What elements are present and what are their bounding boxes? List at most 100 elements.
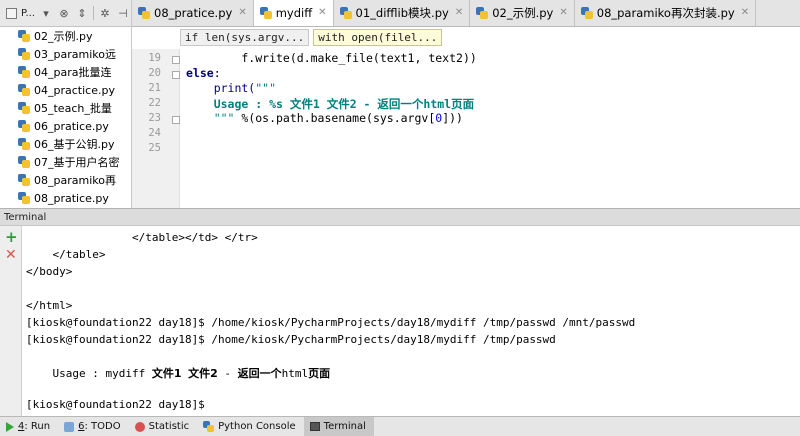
tree-item[interactable]: 04_practice.py xyxy=(0,81,131,99)
run-icon xyxy=(6,421,14,432)
tree-item-label: 06_pratice.py xyxy=(34,119,109,133)
tree-item[interactable]: 06_基于公钥.py xyxy=(0,135,131,153)
line-number: 20 xyxy=(148,67,161,79)
tree-item[interactable]: 04_para批量连 xyxy=(0,63,131,81)
run-button[interactable]: 4: Run xyxy=(0,417,58,436)
python-file-icon xyxy=(18,30,30,42)
tab-label: mydiff xyxy=(275,5,313,20)
tab-label: 02_示例.py xyxy=(492,5,554,20)
line-number: 25 xyxy=(148,142,161,154)
tree-item[interactable]: 05_teach_批量 xyxy=(0,99,131,117)
tree-item[interactable]: 06_pratice.py xyxy=(0,117,131,135)
python-file-icon xyxy=(18,66,30,78)
terminal-usage-line: Usage : mydiff 文件1 文件2 - 返回一个html页面 xyxy=(26,367,331,380)
tree-item-label: 06_基于公钥.py xyxy=(34,138,115,151)
terminal-line: [kiosk@foundation22 day18]$ /home/kiosk/… xyxy=(26,316,636,329)
close-icon[interactable]: ✕ xyxy=(559,7,567,18)
python-file-icon xyxy=(18,174,30,186)
tab-mydiff[interactable]: mydiff ✕ xyxy=(253,0,334,26)
tree-item[interactable]: 02_示例.py xyxy=(0,27,131,45)
collapse-icon[interactable]: ⇕ xyxy=(75,7,89,20)
tab-label: 08_pratice.py xyxy=(154,5,233,20)
todo-button[interactable]: 6: TODO xyxy=(58,417,128,436)
tree-item-label: 04_practice.py xyxy=(34,83,115,97)
line-number: 21 xyxy=(148,82,161,94)
tab-08-pratice[interactable]: 08_pratice.py ✕ xyxy=(132,0,254,26)
breadcrumb-item[interactable]: if len(sys.argv... xyxy=(180,29,310,46)
python-file-icon xyxy=(476,6,489,19)
tree-item-label: 04_para批量连 xyxy=(34,66,112,79)
tree-item-label: 03_paramiko远 xyxy=(34,48,116,61)
terminal-side-toolbar: + ✕ xyxy=(0,226,22,416)
statistic-button[interactable]: Statistic xyxy=(129,417,198,436)
close-icon[interactable]: ✕ xyxy=(5,248,17,263)
terminal-icon xyxy=(309,422,320,431)
tree-item[interactable]: 08_pratice.py xyxy=(0,189,131,207)
tree-item-label: 05_teach_批量 xyxy=(34,102,112,115)
toolbar-divider xyxy=(93,6,95,20)
terminal-prompt: [kiosk@foundation22 day18]$ xyxy=(26,398,205,411)
tree-item-label: 08_pratice.py xyxy=(34,191,109,205)
terminal-line: </html> xyxy=(26,299,73,312)
code-editor[interactable]: 19 20 21 22 23 24 25 f.write(d.make_file… xyxy=(132,49,800,208)
python-file-icon xyxy=(18,192,30,204)
python-file-icon xyxy=(259,6,272,19)
tab-08-paramiko[interactable]: 08_paramiko再次封装.py ✕ xyxy=(574,0,757,26)
terminal-title: Terminal xyxy=(4,211,47,223)
python-file-icon xyxy=(339,6,352,19)
breadcrumb-item[interactable]: with open(filel... xyxy=(313,29,443,46)
add-icon[interactable]: + xyxy=(5,230,18,245)
fold-marker-icon[interactable] xyxy=(172,56,180,64)
tab-01-difflib[interactable]: 01_difflib模块.py ✕ xyxy=(333,0,471,26)
fold-marker-icon[interactable] xyxy=(172,71,180,79)
gear-icon[interactable]: ✲ xyxy=(98,7,112,20)
project-view-label[interactable]: P... xyxy=(21,8,35,19)
terminal-header: Terminal xyxy=(0,208,800,226)
project-toolbar: P... ▾ ⊗ ⇕ ✲ ⊣ xyxy=(0,0,131,27)
terminal-line: [kiosk@foundation22 day18]$ /home/kiosk/… xyxy=(26,333,556,346)
hide-icon[interactable]: ⊣ xyxy=(116,7,130,20)
line-number: 22 xyxy=(148,97,161,109)
code-line: """ %(os.path.basename(sys.argv[0])) xyxy=(186,111,463,125)
editor-tabs: 08_pratice.py ✕ mydiff ✕ 01_difflib模块.py… xyxy=(132,0,800,27)
run-label: 4: Run xyxy=(18,421,51,432)
tab-label: 01_difflib模块.py xyxy=(355,5,449,20)
close-icon[interactable]: ✕ xyxy=(741,7,749,18)
terminal-button[interactable]: Terminal xyxy=(303,417,374,436)
project-tree: 02_示例.py 03_paramiko远 04_para批量连 04_prac… xyxy=(0,27,131,207)
tab-02-example[interactable]: 02_示例.py ✕ xyxy=(470,0,575,26)
terminal-line: </table></td> </tr> xyxy=(26,231,258,244)
python-file-icon xyxy=(18,156,30,168)
todo-icon xyxy=(64,421,75,432)
code-line: f.write(d.make_file(text1, text2)) xyxy=(186,51,477,65)
python-file-icon xyxy=(18,102,30,114)
terminal-line: </table> xyxy=(26,248,106,261)
project-view-icon[interactable] xyxy=(6,7,17,19)
python-file-icon xyxy=(18,84,30,96)
dropdown-icon[interactable]: ▾ xyxy=(39,7,53,20)
tree-item[interactable]: 07_基于用户名密 xyxy=(0,153,131,171)
target-icon[interactable]: ⊗ xyxy=(57,7,71,20)
close-icon[interactable]: ✕ xyxy=(238,7,246,18)
fold-marker-icon[interactable] xyxy=(172,116,180,124)
terminal-panel[interactable]: + ✕ </table></td> </tr> </table> </body>… xyxy=(0,226,800,416)
code-line: else: xyxy=(186,66,221,80)
top-area: P... ▾ ⊗ ⇕ ✲ ⊣ 02_示例.py 03_paramiko远 04_… xyxy=(0,0,800,208)
code-line: Usage : %s 文件1 文件2 - 返回一个html页面 xyxy=(186,97,475,111)
close-icon[interactable]: ✕ xyxy=(455,7,463,18)
tree-item-label: 08_paramiko再 xyxy=(34,174,116,187)
project-panel: P... ▾ ⊗ ⇕ ✲ ⊣ 02_示例.py 03_paramiko远 04_… xyxy=(0,0,132,208)
todo-label: 6: TODO xyxy=(78,421,121,432)
statistic-label: Statistic xyxy=(148,421,190,432)
python-console-button[interactable]: Python Console xyxy=(197,417,304,436)
terminal-label: Terminal xyxy=(323,421,366,432)
python-file-icon xyxy=(18,48,30,60)
tree-item-label: 07_基于用户名密 xyxy=(34,156,120,169)
terminal-line: </body> xyxy=(26,265,73,278)
line-number: 19 xyxy=(148,52,161,64)
line-gutter: 19 20 21 22 23 24 25 xyxy=(132,49,180,208)
close-icon[interactable]: ✕ xyxy=(318,7,326,18)
tree-item[interactable]: 08_paramiko再 xyxy=(0,171,131,189)
tree-item[interactable]: 03_paramiko远 xyxy=(0,45,131,63)
statistic-icon xyxy=(134,421,145,432)
